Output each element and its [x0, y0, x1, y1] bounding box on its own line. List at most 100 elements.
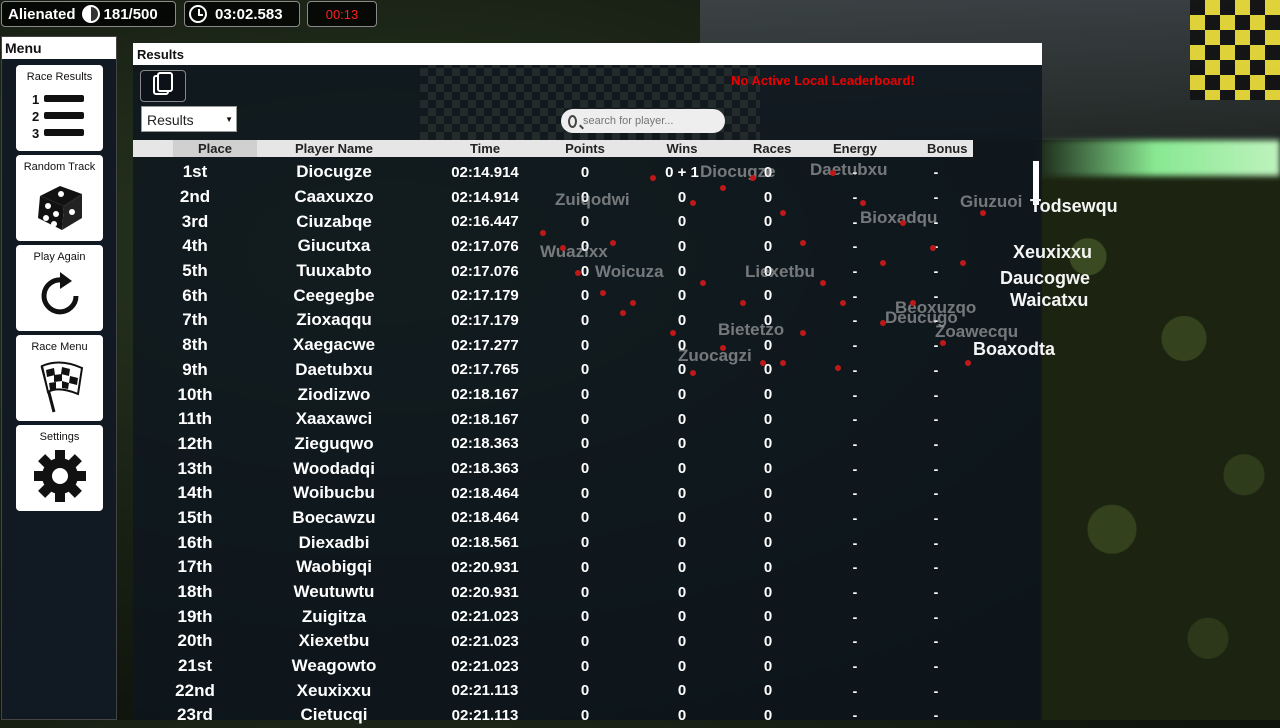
cell-energy: - — [852, 189, 858, 206]
cell-races: 0 — [763, 262, 773, 280]
cell-time: 02:14.914 — [451, 188, 519, 206]
cell-points: 0 — [580, 558, 590, 576]
checkered-flag-icon — [16, 355, 103, 417]
search-icon — [568, 114, 577, 128]
column-header-bonus[interactable]: Bonus — [927, 140, 967, 157]
table-row[interactable]: 8th Xaegacwe 02:17.277 0 0 0- - — [133, 333, 973, 358]
cell-time: 02:17.179 — [451, 287, 519, 305]
cell-races: 0 — [763, 632, 773, 650]
cell-energy: - — [852, 435, 858, 452]
cell-points: 0 — [580, 632, 590, 650]
cell-energy: - — [852, 287, 858, 304]
hud-timer-box: 03:02.583 — [184, 1, 300, 27]
cell-energy: - — [852, 485, 858, 502]
race-menu-button[interactable]: Race Menu — [16, 335, 103, 421]
cell-place: 17th — [177, 557, 213, 577]
table-row[interactable]: 21st Weagowto 02:21.023 0 0 0 - - — [133, 654, 973, 679]
player-marker — [860, 200, 866, 206]
cell-player-name: Woibucbu — [293, 483, 375, 503]
cell-energy: - — [852, 707, 858, 724]
play-again-button[interactable]: Play Again — [16, 245, 103, 331]
cell-bonus: - — [933, 534, 939, 551]
cell-place: 13th — [177, 458, 213, 478]
table-row[interactable]: 7th Zioxaqqu 02:17.179 0 0 0 - - — [133, 308, 973, 333]
cell-wins: 0 — [677, 361, 687, 379]
table-row[interactable]: 15th Boecawzu 02:18.464 0 0 0 - - — [133, 506, 973, 531]
settings-button[interactable]: Settings — [16, 425, 103, 511]
table-row[interactable]: 6th Ceegegbe 02:17.179 0 0 0- - — [133, 283, 973, 308]
column-header-wins[interactable]: Wins — [611, 140, 753, 157]
table-row[interactable]: 19th Zuigitza 02:21.023 0 0 0 - - — [133, 604, 973, 629]
cell-points: 0 — [580, 163, 590, 181]
cell-races: 0 — [763, 287, 773, 305]
table-row[interactable]: 5th Tuuxabto 02:17.076 0 0 0 - - — [133, 259, 973, 284]
cell-place: 19th — [177, 606, 213, 626]
player-marker — [650, 175, 656, 181]
cell-player-name: Weagowto — [291, 656, 377, 676]
cell-energy: - — [852, 559, 858, 576]
cell-bonus: - — [933, 287, 939, 304]
cell-races: 0 — [763, 336, 773, 354]
cell-place: 21st — [177, 656, 213, 676]
results-dropdown[interactable]: Results ▼ — [141, 106, 237, 132]
table-row[interactable]: 14th Woibucbu 02:18.464 0 0 0 - - — [133, 481, 973, 506]
background-checker-flag — [1190, 0, 1280, 100]
table-row[interactable]: 20th Xiexetbu 02:21.023 0 0 0 - - — [133, 629, 973, 654]
column-header-time[interactable]: Time — [411, 140, 559, 157]
cell-bonus: - — [933, 189, 939, 206]
table-row[interactable]: 13th Woodadqi 02:18.363 0 0 0 - - — [133, 456, 973, 481]
cell-wins: 0 — [677, 534, 687, 552]
column-header-player-name[interactable]: Player Name — [257, 140, 411, 157]
player-marker — [750, 175, 756, 181]
table-row[interactable]: 17th Waobigqi 02:20.931 0 0 0 - - — [133, 555, 973, 580]
table-row[interactable]: 22nd Xeuxixxu 02:21.113 0 0 0 - - — [133, 678, 973, 703]
table-row[interactable]: 12th Zieguqwo 02:18.363 0 0 0 - - — [133, 432, 973, 457]
cell-wins: 0 — [677, 706, 687, 724]
table-row[interactable]: 9th Daetubxu 02:17.765 0 0 0 - - — [133, 358, 973, 383]
table-row[interactable]: 4th Giucutxa 02:17.076 0 0 0- - — [133, 234, 973, 259]
cell-points: 0 — [580, 509, 590, 527]
table-row[interactable]: 16th Diexadbi 02:18.561 0 0 0 - - — [133, 530, 973, 555]
player-marker — [620, 310, 626, 316]
table-row[interactable]: 18th Weutuwtu 02:20.931 0 0 0 - - — [133, 580, 973, 605]
cell-points: 0 — [580, 213, 590, 231]
player-marker — [740, 300, 746, 306]
cell-time: 02:21.023 — [451, 632, 519, 650]
copy-button[interactable] — [140, 70, 186, 102]
cell-energy: - — [852, 386, 858, 403]
table-row[interactable]: 23rd Cietucqi 02:21.113 0 0 0 - - — [133, 703, 973, 728]
cell-bonus: - — [933, 584, 939, 601]
player-marker — [820, 280, 826, 286]
search-input[interactable] — [581, 114, 725, 128]
cell-races: 0 — [763, 460, 773, 478]
player-marker — [575, 270, 581, 276]
column-header-place[interactable]: Place — [173, 140, 257, 157]
results-table-header: Place Player Name Time Points Wins Races… — [133, 140, 973, 157]
table-row[interactable]: 11th Xaaxawci 02:18.167 0 0 0 - - — [133, 407, 973, 432]
cell-player-name: Xiexetbu — [298, 631, 370, 651]
column-header-energy[interactable]: Energy — [783, 140, 927, 157]
player-marker — [940, 340, 946, 346]
table-row[interactable]: 2nd Caaxuxzo 02:14.914 0 0 0 - - — [133, 185, 973, 210]
cell-energy: - — [852, 164, 858, 181]
dice-icon — [16, 175, 103, 237]
table-row[interactable]: 10th Ziodizwo 02:18.167 0 0 0 - - — [133, 382, 973, 407]
random-track-button[interactable]: Random Track — [16, 155, 103, 241]
cell-wins: 0 — [677, 213, 687, 231]
hud-player-box: Alienated 181/500 — [1, 1, 176, 27]
cell-points: 0 — [580, 361, 590, 379]
race-results-button[interactable]: Race Results 1 2 3 — [16, 65, 103, 151]
cell-place: 1st — [182, 162, 208, 182]
player-marker — [670, 330, 676, 336]
cell-wins: 0 — [677, 484, 687, 502]
cell-races: 0 — [763, 361, 773, 379]
column-header-races[interactable]: Races — [753, 140, 791, 157]
column-header-points[interactable]: Points — [559, 140, 611, 157]
settings-label: Settings — [39, 431, 80, 443]
cell-bonus: - — [933, 682, 939, 699]
table-row[interactable]: 1st Diocugze 02:14.914 0 0 + 1 0 - - — [133, 160, 973, 185]
table-row[interactable]: 3rd Ciuzabqe 02:16.447 0 0 0- - — [133, 209, 973, 234]
cell-wins: 0 — [677, 632, 687, 650]
cell-wins: 0 — [677, 262, 687, 280]
world-name-tag: Todsewqu — [1030, 196, 1118, 216]
